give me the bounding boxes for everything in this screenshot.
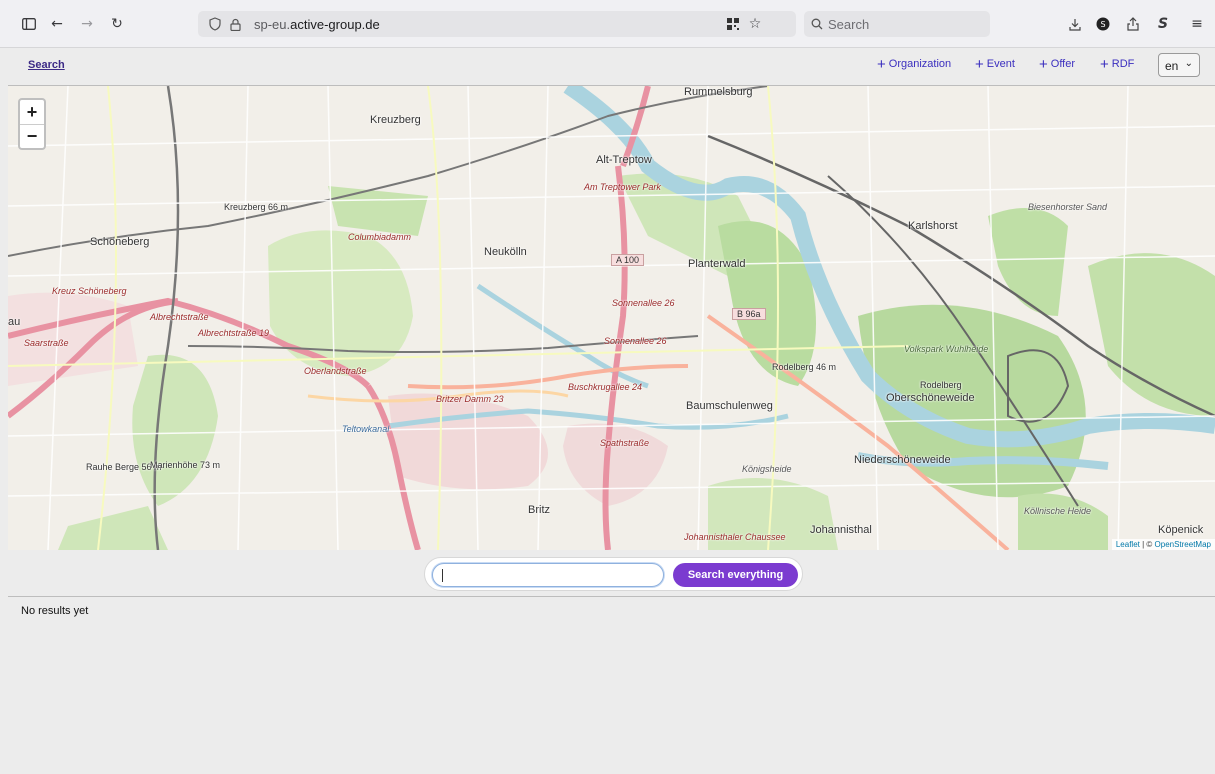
browser-toolbar: ← → ↻ sp-eu.active-group.de ☆ Search S S… (0, 0, 1215, 48)
reload-icon[interactable]: ↻ (106, 13, 128, 35)
map-label: Alt-Treptow (596, 154, 652, 166)
add-rdf-label: RDF (1111, 58, 1135, 70)
map-label: Sonnenallee 26 (604, 336, 667, 346)
search-form: Search everything (424, 557, 803, 591)
app-header: Search + Organization + Event + Offer + RDF … (8, 48, 1215, 86)
zoom-control: + − (18, 98, 46, 150)
map-label: Planterwald (688, 258, 746, 270)
map-label: Rummelsburg (684, 86, 753, 98)
add-offer-link[interactable]: + Offer (1039, 55, 1076, 73)
map-label: Britz (528, 504, 550, 516)
map-label: Schöneberg (90, 236, 150, 248)
add-organization-label: Organization (888, 58, 952, 70)
map[interactable]: + − Rummelsburg Kreuzberg Alt-Treptow Am… (8, 86, 1215, 550)
map-label: Columbiadamm (348, 232, 412, 242)
menu-icon[interactable]: ≡ (1186, 13, 1208, 35)
downloads-icon[interactable] (1064, 13, 1086, 35)
map-label: Köpenick (1158, 524, 1204, 536)
divider (8, 596, 1215, 597)
map-label: Sonnenallee 26 (612, 298, 675, 308)
forward-icon[interactable]: → (76, 13, 98, 35)
share-icon[interactable] (1122, 13, 1144, 35)
zoom-out-button[interactable]: − (20, 124, 44, 148)
map-label: Albrechtstraße 19 (198, 328, 270, 338)
map-label: Rodelberg (920, 380, 962, 390)
map-label: Kreuz Schöneberg (52, 286, 127, 296)
shield-icon[interactable] (204, 13, 226, 35)
language-value: en (1165, 59, 1179, 73)
search-nav-link[interactable]: Search (28, 59, 65, 71)
text-caret (442, 569, 443, 582)
sidebar-toggle-icon[interactable] (18, 13, 40, 35)
map-label: Oberschöneweide (886, 392, 975, 404)
extension-badge-icon[interactable]: S (1092, 13, 1114, 35)
browser-search-placeholder: Search (828, 17, 870, 32)
map-label: B 96a (732, 308, 766, 320)
address-bar[interactable]: sp-eu.active-group.de ☆ (198, 11, 796, 37)
add-event-link[interactable]: + Event (975, 55, 1015, 73)
magnifier-icon (806, 13, 828, 35)
add-rdf-link[interactable]: + RDF (1100, 55, 1135, 73)
plus-icon: + (975, 55, 984, 73)
map-label: Karlshorst (908, 220, 958, 232)
browser-search-field[interactable]: Search (804, 11, 990, 37)
map-label: A 100 (611, 254, 645, 266)
map-label: Biesenhorster Sand (1028, 202, 1108, 212)
bookmark-star-icon[interactable]: ☆ (744, 13, 766, 35)
add-event-label: Event (986, 58, 1015, 70)
map-label: Volkspark Wuhlheide (904, 344, 989, 354)
s-extension-icon[interactable]: S (1152, 13, 1174, 35)
map-label: Baumschulenweg (686, 400, 773, 412)
attribution-separator: | © (1139, 540, 1155, 549)
map-label: Johannisthaler Chaussee (684, 532, 786, 542)
map-label: Albrechtstraße (150, 312, 209, 322)
back-icon[interactable]: ← (46, 13, 68, 35)
svg-text:S: S (1100, 20, 1105, 29)
map-label: Königsheide (742, 464, 792, 474)
map-label: Spathstraße (600, 438, 650, 448)
map-label: Teltowkanal (342, 424, 390, 434)
map-label: Buschkrugallee 24 (568, 382, 643, 392)
leaflet-link[interactable]: Leaflet (1116, 540, 1140, 549)
map-label: Britzer Damm 23 (436, 394, 504, 404)
plus-icon: + (1100, 55, 1109, 73)
plus-icon: + (1039, 55, 1048, 73)
map-label: Saarstraße (24, 338, 69, 348)
plus-icon: + (877, 55, 886, 73)
zoom-in-button[interactable]: + (20, 100, 44, 124)
url-text: sp-eu.active-group.de (254, 17, 380, 32)
map-label: Am Treptower Park (584, 182, 661, 192)
map-label: Niederschöneweide (854, 454, 951, 466)
add-offer-label: Offer (1050, 58, 1076, 70)
map-label: Neukölln (484, 246, 527, 258)
osm-link[interactable]: OpenStreetMap (1155, 540, 1211, 549)
lock-icon[interactable] (224, 13, 246, 35)
map-label: Kreuzberg (370, 114, 421, 126)
results-status: No results yet (21, 605, 89, 617)
map-label: Köllnische Heide (1024, 506, 1092, 516)
map-label: Oberlandstraße (304, 366, 367, 376)
map-attribution: Leaflet | © OpenStreetMap (1111, 539, 1215, 550)
map-label: Rodelberg 46 m (772, 362, 837, 372)
chevron-down-icon: ⌄ (1184, 58, 1193, 69)
map-label: Johannisthal (810, 524, 872, 536)
add-organization-link[interactable]: + Organization (877, 55, 952, 73)
search-everything-button[interactable]: Search everything (673, 563, 798, 587)
map-label: au (8, 316, 21, 328)
search-input[interactable] (432, 563, 664, 587)
language-select[interactable]: en ⌄ (1158, 53, 1200, 77)
map-label: Marienhöhe 73 m (150, 460, 221, 470)
qr-code-icon[interactable] (722, 13, 744, 35)
map-label: Kreuzberg 66 m (224, 202, 289, 212)
